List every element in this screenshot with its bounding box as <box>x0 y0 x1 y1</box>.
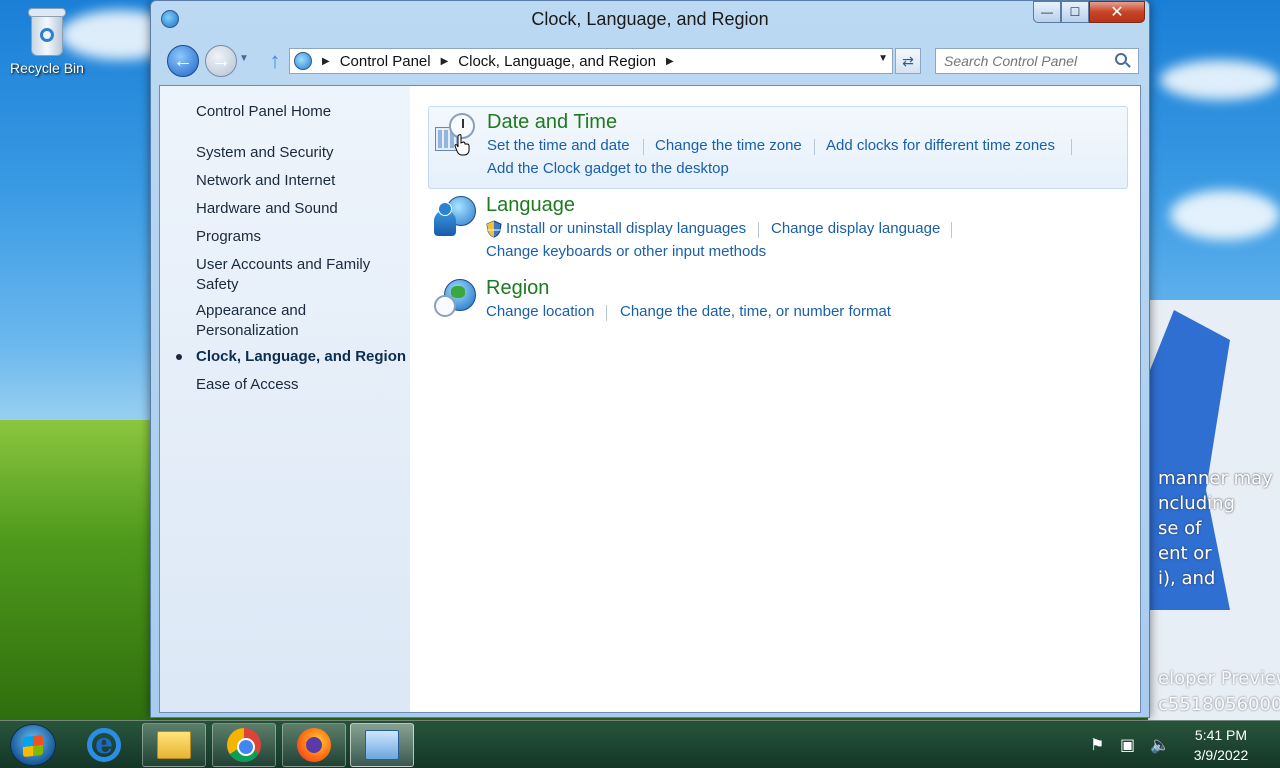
link-install-uninstall-languages[interactable]: Install or uninstall display languages <box>506 220 746 237</box>
group-title-language[interactable]: Language <box>486 194 575 217</box>
current-item-bullet <box>176 354 182 360</box>
window-title: Clock, Language, and Region <box>531 9 769 29</box>
title-bar[interactable]: Clock, Language, and Region — ☐ ✕ <box>151 1 1149 39</box>
content-area: Control Panel Home System and Security N… <box>159 85 1141 713</box>
control-panel-icon <box>365 730 399 760</box>
folder-icon <box>157 731 191 759</box>
system-clock[interactable]: 5:41 PM 3/9/2022 <box>1178 725 1264 765</box>
network-icon[interactable]: ▣ <box>1120 735 1135 755</box>
region-icon[interactable] <box>434 279 476 319</box>
link-change-time-zone[interactable]: Change the time zone <box>655 137 802 154</box>
control-panel-window: Clock, Language, and Region — ☐ ✕ ← → ▼ … <box>150 0 1150 718</box>
internet-explorer-icon: e <box>87 728 121 762</box>
recycle-bin-icon <box>27 6 67 58</box>
link-separator <box>951 222 952 238</box>
taskbar: e ⚑ ▣ 🔈 5:41 PM 3/9/2022 <box>0 720 1280 768</box>
sidebar-item-ease-of-access[interactable]: Ease of Access <box>196 375 299 395</box>
sidebar-item-programs[interactable]: Programs <box>196 227 261 247</box>
caption-buttons: — ☐ ✕ <box>1033 1 1145 23</box>
back-button[interactable]: ← <box>167 45 199 77</box>
link-separator <box>643 139 644 155</box>
main-pane: Date and Time Set the time and date Chan… <box>410 86 1140 712</box>
link-add-clock-gadget[interactable]: Add the Clock gadget to the desktop <box>487 160 729 177</box>
recycle-bin-label: Recycle Bin <box>10 60 84 76</box>
link-change-keyboards[interactable]: Change keyboards or other input methods <box>486 243 766 260</box>
control-panel-icon <box>294 52 312 70</box>
link-set-time-date[interactable]: Set the time and date <box>487 137 630 154</box>
hand-cursor-icon <box>454 134 470 156</box>
taskbar-chrome[interactable] <box>212 723 276 767</box>
refresh-button[interactable]: ⇄ <box>895 48 921 74</box>
chevron-right-icon[interactable]: ▶ <box>441 56 449 67</box>
firefox-icon <box>297 728 331 762</box>
desktop-hill <box>0 420 160 720</box>
minimize-button[interactable]: — <box>1033 1 1061 23</box>
language-icon[interactable] <box>434 196 476 236</box>
link-separator <box>606 305 607 321</box>
recycle-bin-shortcut[interactable]: Recycle Bin <box>6 6 88 76</box>
search-input[interactable] <box>935 48 1139 74</box>
taskbar-firefox[interactable] <box>282 723 346 767</box>
sidebar-item-hardware-sound[interactable]: Hardware and Sound <box>196 199 338 219</box>
volume-icon[interactable]: 🔈 <box>1150 735 1170 755</box>
link-separator <box>814 139 815 155</box>
group-date-and-time: Date and Time Set the time and date Chan… <box>428 106 1128 189</box>
link-change-date-time-format[interactable]: Change the date, time, or number format <box>620 303 891 320</box>
group-title-date-and-time[interactable]: Date and Time <box>487 111 617 134</box>
taskbar-file-explorer[interactable] <box>142 723 206 767</box>
taskbar-control-panel[interactable] <box>350 723 414 767</box>
desktop-overlay-text: c5518056000 <box>1158 694 1280 715</box>
navigation-bar: ← → ▼ ↑ ▶ Control Panel ▶ Clock, Languag… <box>151 43 1149 79</box>
desktop-overlay-text: i), and <box>1158 568 1216 589</box>
clock-date: 3/9/2022 <box>1193 747 1249 763</box>
address-bar[interactable]: ▶ Control Panel ▶ Clock, Language, and R… <box>289 48 893 74</box>
windows-logo-icon <box>23 734 43 758</box>
group-title-region[interactable]: Region <box>486 277 549 300</box>
breadcrumb-control-panel[interactable]: Control Panel <box>340 53 431 70</box>
link-separator <box>758 222 759 238</box>
desktop-overlay-text: ent or <box>1158 543 1212 564</box>
desktop-overlay-text: eloper Preview <box>1158 668 1280 689</box>
chrome-icon <box>227 728 261 762</box>
link-change-display-language[interactable]: Change display language <box>771 220 940 237</box>
link-change-location[interactable]: Change location <box>486 303 594 320</box>
desktop-overlay-text: ncluding <box>1158 493 1235 514</box>
sidebar-item-system-security[interactable]: System and Security <box>196 143 334 163</box>
sidebar-item-clock-language-region[interactable]: Clock, Language, and Region <box>196 347 406 367</box>
clock-time: 5:41 PM <box>1194 727 1248 743</box>
sidebar-item-user-accounts[interactable]: User Accounts and Family Safety <box>196 255 386 295</box>
taskbar-internet-explorer[interactable]: e <box>72 723 136 767</box>
close-button[interactable]: ✕ <box>1089 1 1145 23</box>
recent-pages-dropdown-icon[interactable]: ▼ <box>239 53 251 67</box>
group-language: Language Install or uninstall display la… <box>428 190 1128 262</box>
chevron-right-icon[interactable]: ▶ <box>666 56 674 67</box>
sidebar-item-network-internet[interactable]: Network and Internet <box>196 171 335 191</box>
action-center-flag-icon[interactable]: ⚑ <box>1090 735 1104 755</box>
desktop-cloud <box>1160 60 1280 100</box>
address-dropdown-icon[interactable]: ▼ <box>878 53 888 64</box>
link-separator <box>1071 139 1072 155</box>
desktop-cloud <box>1170 190 1280 240</box>
start-button[interactable] <box>10 724 56 766</box>
uac-shield-icon <box>486 220 502 238</box>
maximize-button[interactable]: ☐ <box>1061 1 1089 23</box>
sidebar: Control Panel Home System and Security N… <box>160 86 410 712</box>
group-region: Region Change location Change the date, … <box>428 273 1128 325</box>
chevron-right-icon[interactable]: ▶ <box>322 56 330 67</box>
forward-button[interactable]: → <box>205 45 237 77</box>
up-arrow-icon[interactable]: ↑ <box>265 49 285 73</box>
link-add-clocks[interactable]: Add clocks for different time zones <box>826 137 1055 154</box>
desktop-overlay-text: manner may <box>1158 468 1273 489</box>
breadcrumb-clock-language-region[interactable]: Clock, Language, and Region <box>458 53 656 70</box>
sidebar-item-home[interactable]: Control Panel Home <box>196 102 331 122</box>
sidebar-item-appearance[interactable]: Appearance and Personalization <box>196 301 346 341</box>
search-icon[interactable] <box>1115 53 1127 65</box>
desktop-overlay-text: se of <box>1158 518 1202 539</box>
